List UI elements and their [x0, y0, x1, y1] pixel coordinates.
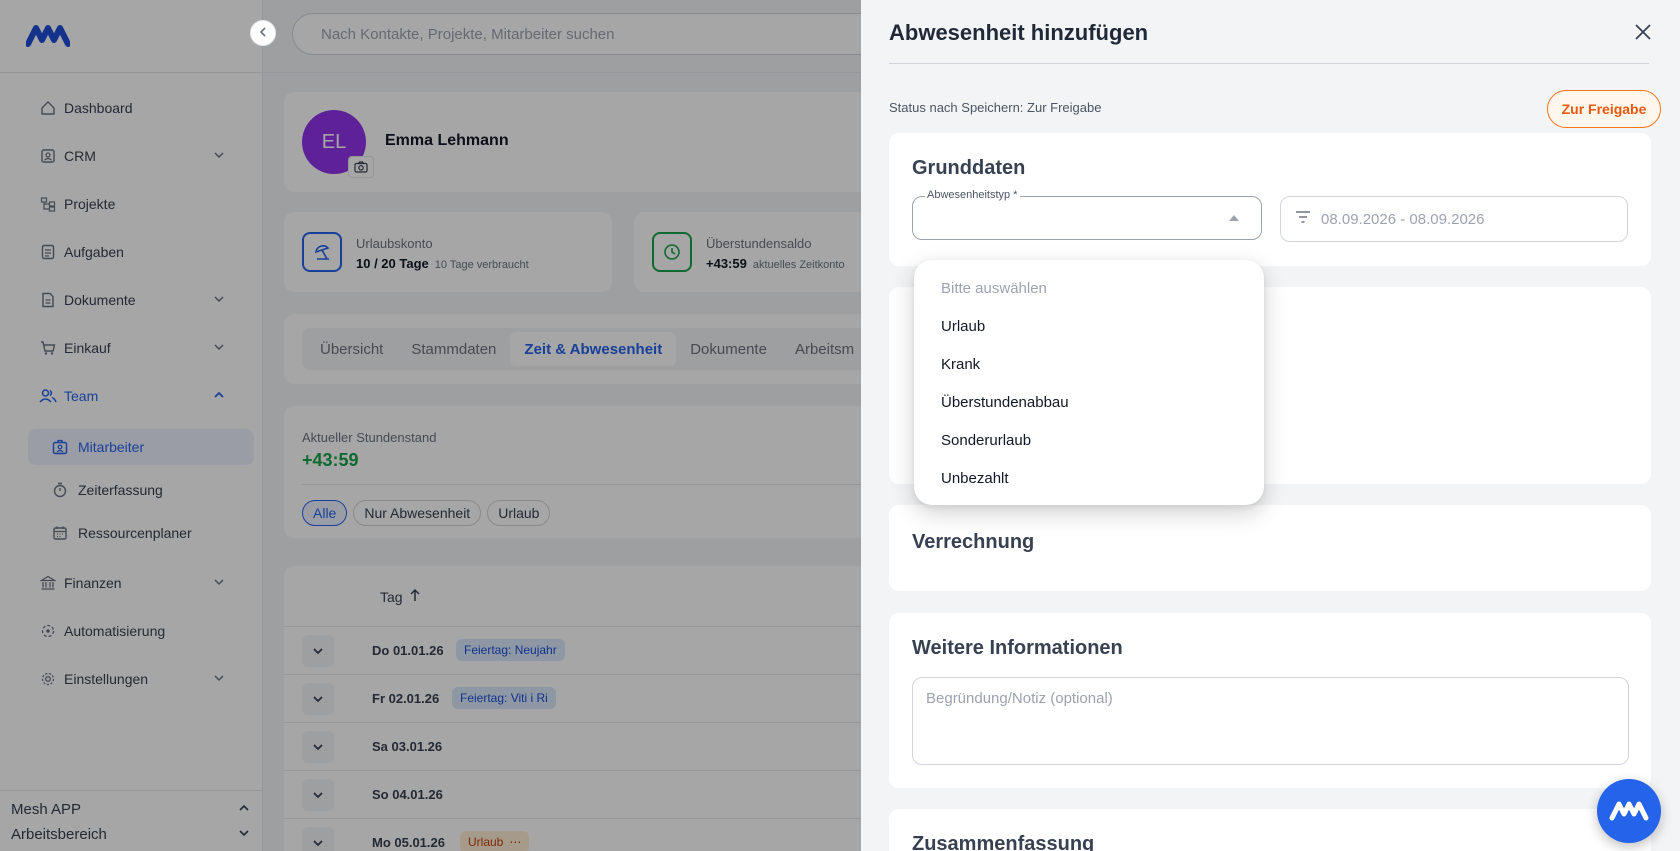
section-title-zusammenfassung: Zusammenfassung: [912, 833, 1095, 851]
note-textarea[interactable]: Begründung/Notiz (optional): [912, 677, 1629, 765]
zusammenfassung-section: Zusammenfassung: [889, 809, 1651, 851]
date-range-field[interactable]: 08.09.2026 - 08.09.2026: [1280, 196, 1628, 242]
date-range-value: 08.09.2026 - 08.09.2026: [1321, 210, 1485, 228]
modal-backdrop[interactable]: [0, 0, 861, 851]
dropdown-option-urlaub[interactable]: Urlaub: [941, 318, 985, 335]
drawer-title: Abwesenheit hinzufügen: [889, 20, 1149, 45]
section-title-weitere-informationen: Weitere Informationen: [912, 637, 1123, 659]
close-icon: [1634, 23, 1652, 46]
status-text: Status nach Speichern: Zur Freigabe: [889, 100, 1102, 115]
assistant-fab-button[interactable]: [1597, 779, 1661, 843]
note-placeholder: Begründung/Notiz (optional): [926, 690, 1113, 707]
caret-up-icon: [1229, 215, 1239, 221]
filter-icon: [1295, 210, 1311, 228]
dropdown-option-placeholder[interactable]: Bitte auswählen: [941, 280, 1047, 297]
dropdown-option-ueberstundenabbau[interactable]: Überstundenabbau: [941, 394, 1069, 411]
app-logo-icon: [1609, 801, 1649, 821]
section-title-grunddaten: Grunddaten: [912, 157, 1026, 179]
absence-type-select[interactable]: Abwesenheitstyp *: [912, 189, 1262, 240]
dropdown-option-krank[interactable]: Krank: [941, 356, 980, 373]
weitere-informationen-section: Weitere Informationen Begründung/Notiz (…: [889, 613, 1651, 788]
grunddaten-section: Grunddaten Abwesenheitstyp * 08.09.2026 …: [889, 133, 1651, 266]
dropdown-option-unbezahlt[interactable]: Unbezahlt: [941, 470, 1009, 487]
absence-type-label: Abwesenheitstyp *: [925, 189, 1020, 201]
verrechnung-section: Verrechnung: [889, 505, 1651, 591]
sidebar-collapse-button[interactable]: [250, 20, 276, 46]
divider: [889, 63, 1649, 64]
absence-type-dropdown: Bitte auswählen Urlaub Krank Überstunden…: [914, 260, 1264, 505]
close-button[interactable]: [1631, 22, 1655, 46]
dropdown-option-sonderurlaub[interactable]: Sonderurlaub: [941, 432, 1031, 449]
chevron-left-icon: [257, 25, 269, 41]
status-button[interactable]: Zur Freigabe: [1547, 90, 1661, 128]
section-title-verrechnung: Verrechnung: [912, 531, 1035, 553]
